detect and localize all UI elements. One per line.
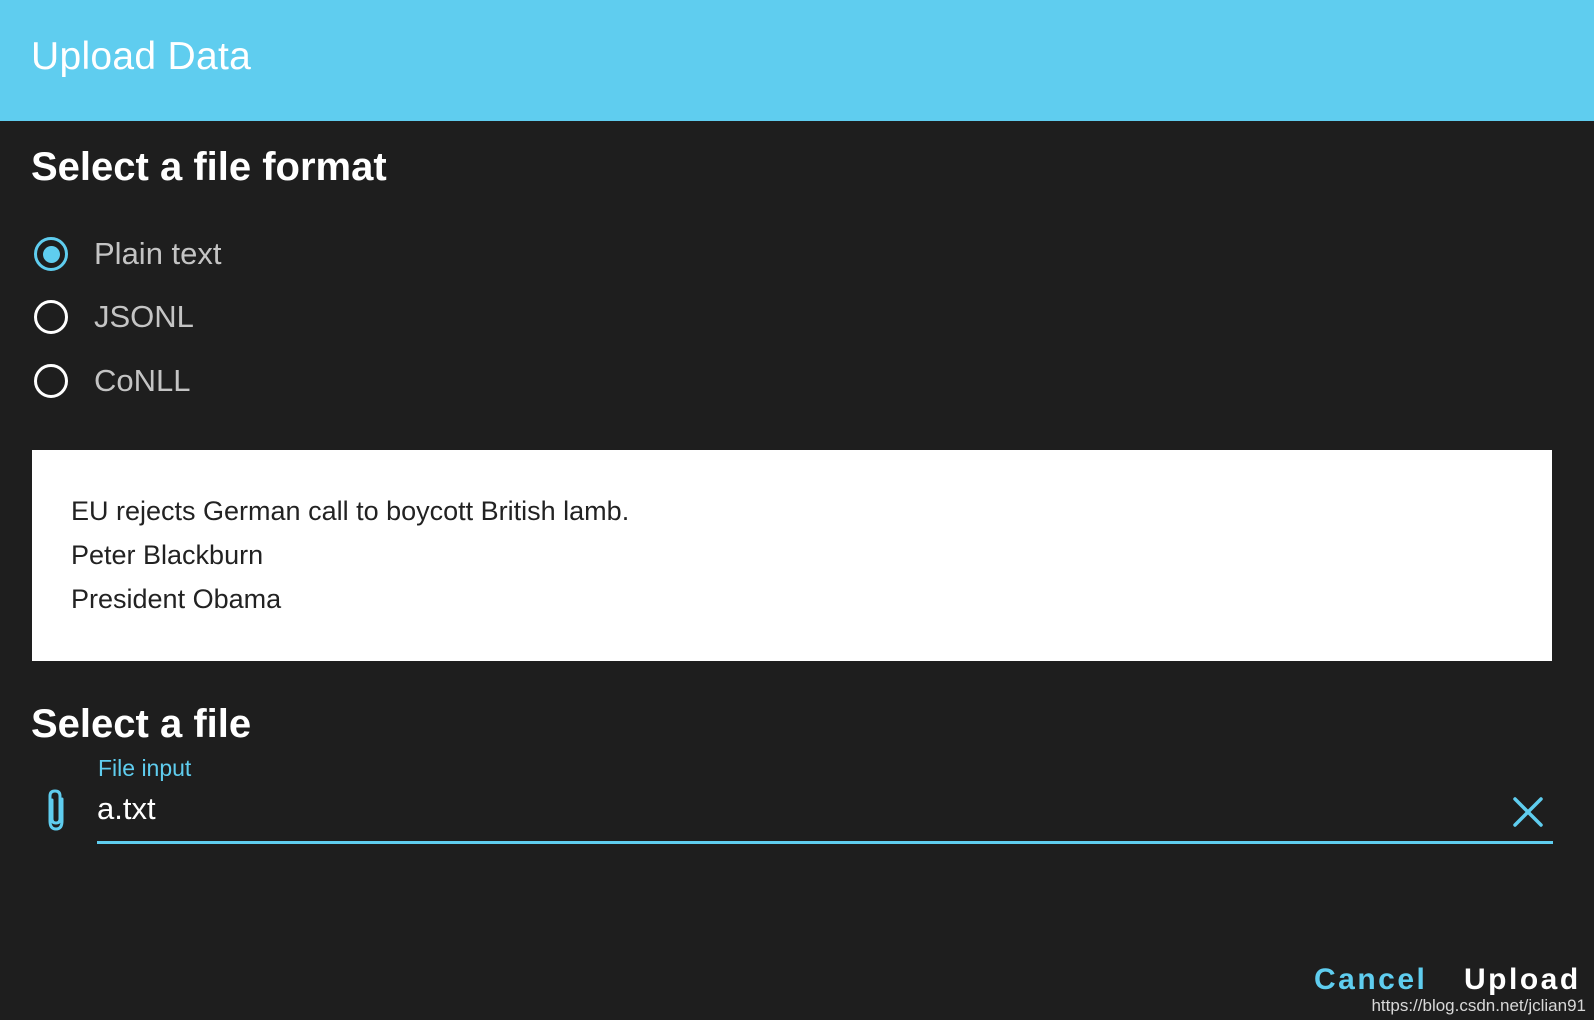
example-line: President Obama <box>71 584 282 614</box>
example-line: EU rejects German call to boycott Britis… <box>71 496 630 526</box>
example-line: Peter Blackburn <box>71 540 264 570</box>
radio-option-conll[interactable]: CoNLL <box>34 359 191 403</box>
paperclip-icon[interactable] <box>41 787 71 833</box>
file-format-heading: Select a file format <box>31 145 387 189</box>
file-input-label: File input <box>98 755 192 781</box>
dialog-titlebar: Upload Data <box>0 0 1594 121</box>
radio-option-jsonl[interactable]: JSONL <box>34 295 194 339</box>
dialog-title: Upload Data <box>31 35 252 78</box>
upload-data-dialog: Upload Data Select a file format Plain t… <box>0 0 1594 1020</box>
radio-label-jsonl[interactable]: JSONL <box>94 297 194 337</box>
file-input[interactable] <box>97 790 1477 828</box>
radio-button-unchecked-icon[interactable] <box>34 364 68 398</box>
format-example-box: EU rejects German call to boycott Britis… <box>32 450 1552 661</box>
radio-label-conll[interactable]: CoNLL <box>94 361 191 401</box>
file-input-underline <box>97 841 1553 844</box>
radio-label-plain-text[interactable]: Plain text <box>94 234 222 274</box>
radio-button-checked-icon[interactable] <box>34 237 68 271</box>
cancel-button[interactable]: Cancel <box>1314 962 1427 998</box>
select-file-heading: Select a file <box>31 702 252 746</box>
close-icon[interactable] <box>1512 796 1544 828</box>
watermark-url: https://blog.csdn.net/jclian91 <box>1371 996 1586 1015</box>
upload-button[interactable]: Upload <box>1464 962 1581 998</box>
radio-option-plain-text[interactable]: Plain text <box>34 232 222 276</box>
radio-dot <box>42 245 60 263</box>
radio-button-unchecked-icon[interactable] <box>34 300 68 334</box>
